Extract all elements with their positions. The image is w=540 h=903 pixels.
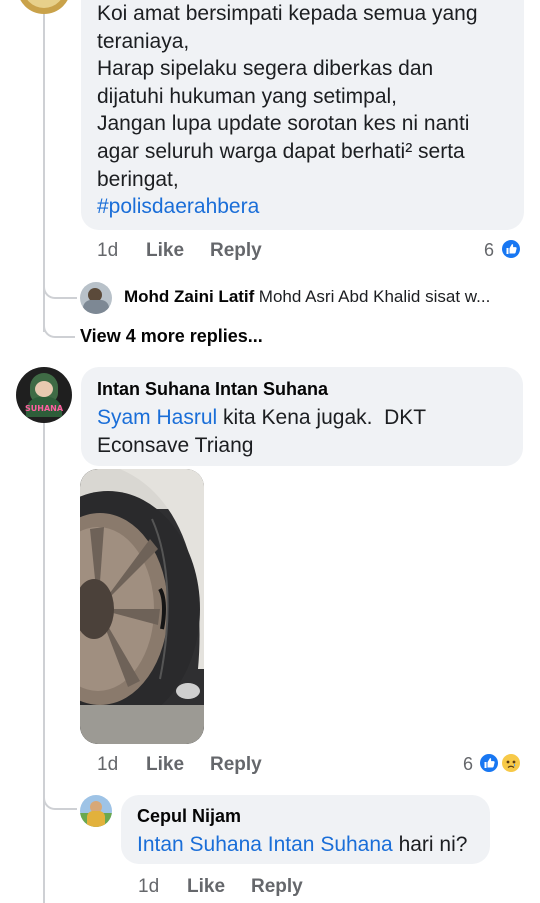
reply-bubble: Cepul Nijam Intan Suhana Intan Suhana ha… [121,795,490,864]
comment-line: Harap sipelaku segera diberkas dan [97,57,434,81]
avatar-label: SUHANA [24,404,64,413]
commenter-avatar-top[interactable] [17,0,71,14]
reply-text: hari ni? [392,833,468,856]
comment-bubble-2: Intan Suhana Intan Suhana Syam Hasrul ki… [81,367,523,466]
comment-line: teraniaya, [97,29,190,53]
comment-line: agar seluruh warga dapat berhati² serta [97,139,465,163]
sad-reaction-icon[interactable] [500,752,522,774]
comment-text: kita Kena jugak. DKT [217,406,427,429]
thread-elbow-reply-preview [43,280,77,299]
comment-bubble-1: Koi amat bersimpati kepada semua yang te… [81,0,524,230]
like-button[interactable]: Like [146,754,184,776]
hashtag-link[interactable]: #polisdaerahbera [97,193,522,221]
reaction-count[interactable]: 6 [484,240,494,261]
mention-link[interactable]: Syam Hasrul [97,406,217,429]
comment-line: dijatuhi hukuman yang setimpal, [97,84,398,108]
comment-photo-tire[interactable] [80,469,204,744]
reply-preview[interactable]: Mohd Zaini Latif Mohd Asri Abd Khalid si… [124,287,524,307]
reply-preview-author: Mohd Zaini Latif [124,287,255,306]
mention-link[interactable]: Intan Suhana Intan Suhana [137,833,393,856]
reply-avatar-mohd[interactable] [80,282,112,314]
reply-button[interactable]: Reply [210,240,262,262]
like-button[interactable]: Like [187,876,225,898]
comment-line: Koi amat bersimpati kepada semua yang [97,2,478,25]
like-reaction-icon[interactable] [500,238,522,260]
like-reaction-icon[interactable] [478,752,500,774]
thread-elbow-reply [43,780,77,810]
like-button[interactable]: Like [146,240,184,262]
comment-time[interactable]: 1d [97,754,118,776]
reply-author[interactable]: Cepul Nijam [137,806,241,827]
reply-button[interactable]: Reply [251,876,303,898]
comment-author[interactable]: Intan Suhana Intan Suhana [97,379,328,400]
view-more-replies[interactable]: View 4 more replies... [80,326,263,347]
comment-line: beringat, [97,167,179,191]
commenter-avatar-intan[interactable]: SUHANA [16,367,72,423]
reply-avatar-cepul[interactable] [80,795,112,827]
reply-preview-snippet: Mohd Asri Abd Khalid sisat w... [258,287,491,306]
reaction-count[interactable]: 6 [463,754,473,775]
reply-button[interactable]: Reply [210,754,262,776]
reply-time[interactable]: 1d [138,876,159,898]
thread-elbow-view-more [43,300,75,338]
comment-time[interactable]: 1d [97,240,118,262]
thread-line-second [43,423,45,903]
comment-line: Jangan lupa update sorotan kes ni nanti [97,112,470,136]
comment-text: Econsave Triang [97,433,254,457]
